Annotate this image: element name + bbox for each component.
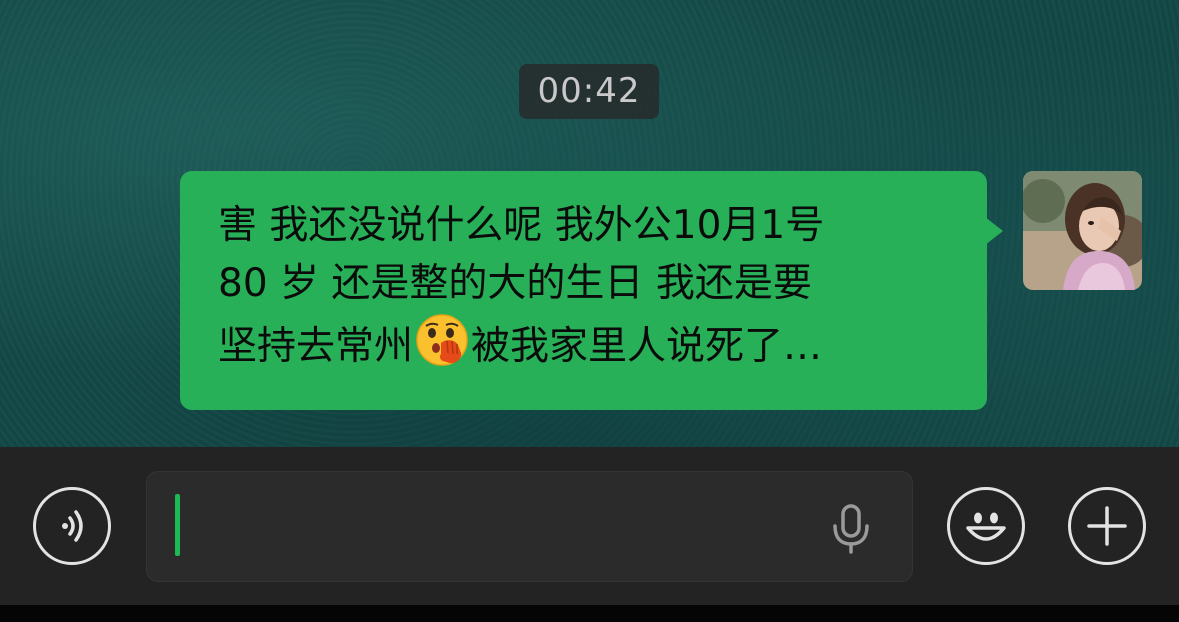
message-line-3a: 坚持去常州	[218, 324, 414, 369]
chat-screen: 00:42 害 我还没说什么呢 我外公10月1号 80 岁 还是整的大的生日 我…	[0, 0, 1179, 622]
plus-icon	[1087, 506, 1127, 546]
text-cursor	[175, 494, 180, 556]
home-indicator-area	[0, 605, 1179, 622]
message-timestamp: 00:42	[519, 64, 659, 119]
voice-mode-icon	[62, 510, 83, 542]
message-input[interactable]	[177, 492, 821, 564]
message-input-container[interactable]	[146, 471, 913, 582]
message-line-3: 坚持去常州 被我家里人说死了…	[218, 313, 949, 376]
avatar[interactable]	[1023, 171, 1142, 290]
voice-mode-button[interactable]	[33, 487, 111, 565]
more-actions-button[interactable]	[1068, 487, 1146, 565]
message-line-2: 80 岁 还是整的大的生日 我还是要	[218, 261, 812, 306]
message-line-1: 害 我还没说什么呢 我外公10月1号	[218, 203, 825, 248]
peeking-face-emoji-icon	[415, 313, 469, 367]
bubble-tail	[985, 217, 1003, 245]
emoji-smiley-icon	[966, 512, 1006, 541]
emoji-button[interactable]	[947, 487, 1025, 565]
microphone-icon[interactable]	[829, 504, 873, 554]
outgoing-message-bubble[interactable]: 害 我还没说什么呢 我外公10月1号 80 岁 还是整的大的生日 我还是要 坚持…	[180, 171, 987, 410]
message-line-3b: 被我家里人说死了…	[471, 324, 823, 369]
